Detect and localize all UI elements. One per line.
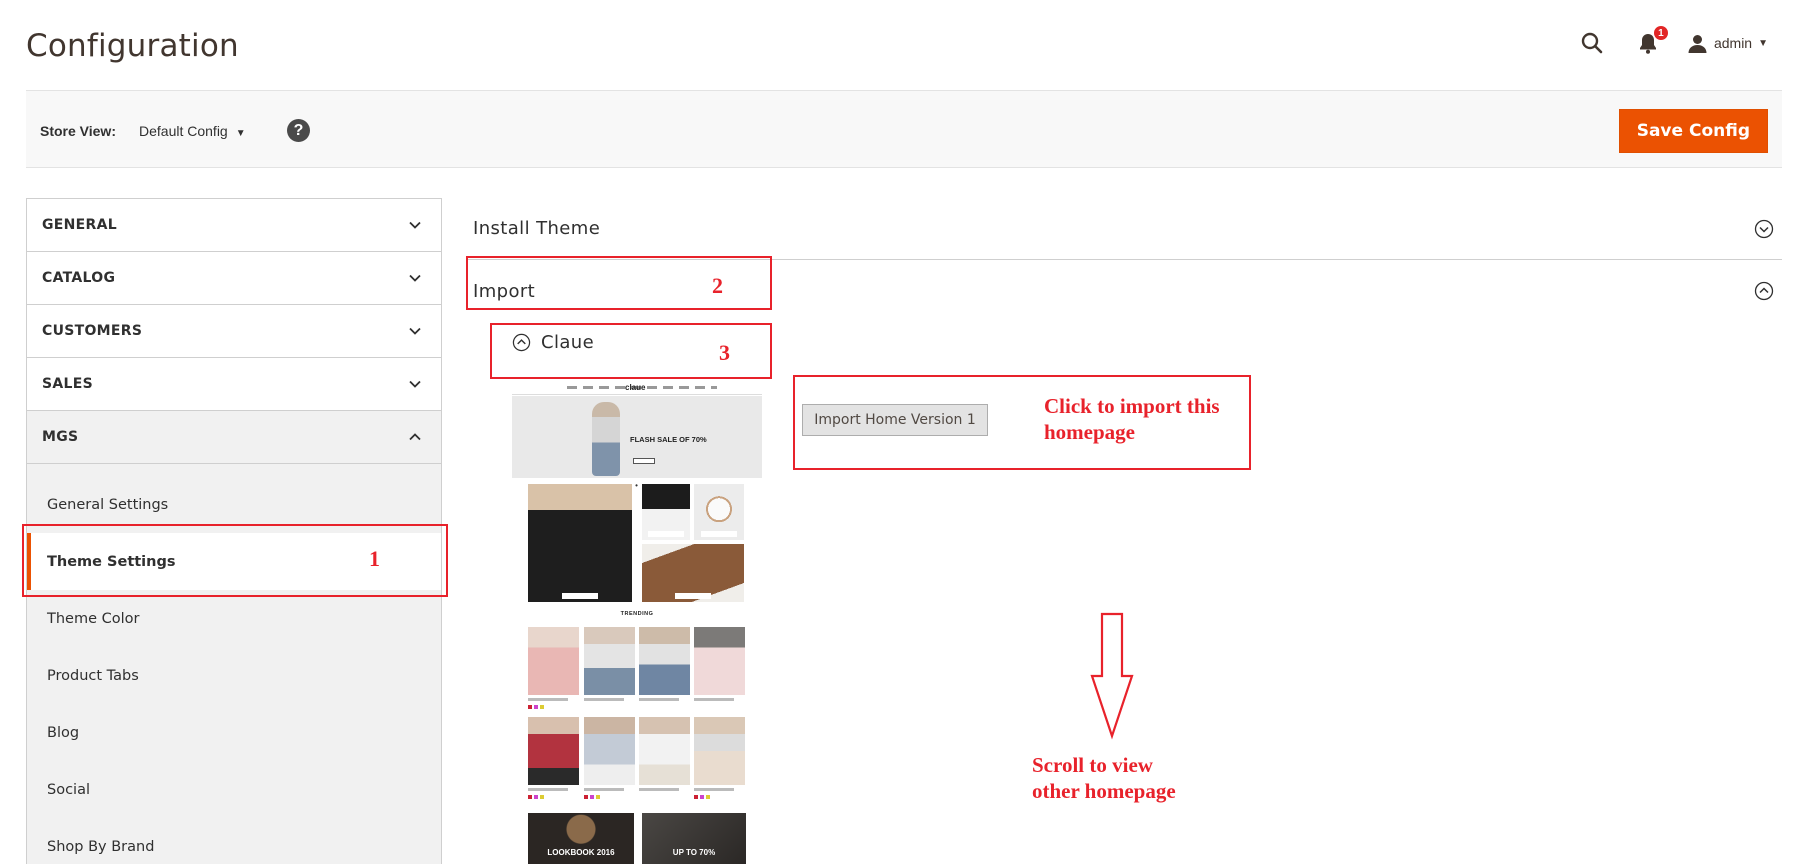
- preview-product-meta: [694, 698, 734, 701]
- preview-product: [528, 627, 579, 695]
- preview-product-meta: [694, 788, 734, 791]
- preview-product: [639, 627, 690, 695]
- preview-product-meta: [584, 788, 624, 791]
- admin-user-menu[interactable]: admin ▼: [1688, 34, 1768, 53]
- circle-chevron-up-icon: [1754, 281, 1774, 301]
- preview-product-meta: [528, 698, 568, 701]
- store-view-selected: Default Config: [139, 123, 228, 139]
- preview-product: [694, 717, 745, 785]
- group-title: Import: [473, 280, 536, 302]
- chevron-down-icon: [409, 380, 421, 388]
- sidebar-section-label: CUSTOMERS: [42, 323, 143, 339]
- circle-chevron-up-icon: [512, 333, 531, 352]
- import-home-version-1-button[interactable]: Import Home Version 1: [802, 404, 988, 436]
- preview-product-meta: [639, 788, 679, 791]
- preview-banner-sale: UP TO 70%: [642, 813, 746, 864]
- homepage-preview-image: claue FLASH SALE OF 70% • • • TRENDING L…: [512, 381, 762, 864]
- annotation-number-3: 3: [719, 340, 730, 365]
- sidebar-section-label: GENERAL: [42, 217, 117, 233]
- chevron-down-icon: [409, 221, 421, 229]
- preview-hero-text: FLASH SALE OF 70%: [630, 435, 707, 444]
- help-icon[interactable]: ?: [287, 119, 310, 142]
- chevron-down-icon: [409, 274, 421, 282]
- notification-count-badge: 1: [1652, 25, 1669, 41]
- admin-username: admin: [1713, 35, 1753, 51]
- preview-product-meta: [584, 698, 624, 701]
- preview-banner-lookbook: LOOKBOOK 2016: [528, 813, 634, 864]
- down-arrow-icon: [1090, 612, 1134, 740]
- sidebar-item-product-tabs[interactable]: Product Tabs: [27, 647, 441, 704]
- preview-color-swatches: [584, 795, 600, 799]
- preview-product: [694, 627, 745, 695]
- preview-color-swatches: [694, 795, 710, 799]
- preview-tile-watch: [694, 484, 744, 540]
- preview-color-swatches: [528, 705, 544, 709]
- circle-chevron-down-icon: [1754, 219, 1774, 238]
- preview-product-meta: [528, 788, 568, 791]
- chevron-down-icon: [409, 327, 421, 335]
- preview-product: [528, 717, 579, 785]
- sidebar-section-label: MGS: [42, 429, 79, 445]
- sidebar-section-mgs[interactable]: MGS: [27, 411, 441, 464]
- group-import[interactable]: Import: [466, 260, 1782, 322]
- preview-product-meta: [639, 698, 679, 701]
- preview-trending-title: TRENDING: [620, 611, 654, 617]
- annotation-click-note: Click to import this homepage: [1044, 394, 1220, 444]
- preview-hero: FLASH SALE OF 70%: [512, 396, 762, 478]
- search-icon[interactable]: [1578, 29, 1606, 57]
- sidebar-section-customers[interactable]: CUSTOMERS: [27, 305, 441, 358]
- sidebar-item-social[interactable]: Social: [27, 761, 441, 818]
- preview-tile-shoes: [642, 484, 690, 540]
- sidebar-section-general[interactable]: GENERAL: [27, 199, 441, 252]
- user-icon: [1688, 34, 1707, 53]
- preview-banner-text: LOOKBOOK 2016: [547, 848, 615, 857]
- preview-tile-wallet: [642, 544, 744, 602]
- store-view-switcher[interactable]: Default Config ▼: [139, 123, 246, 139]
- preview-hero-button: [633, 458, 655, 464]
- sidebar-item-theme-color[interactable]: Theme Color: [27, 590, 441, 647]
- preview-tile-sweater: [528, 484, 632, 602]
- sidebar-section-label: SALES: [42, 376, 93, 392]
- preview-product: [584, 717, 635, 785]
- annotation-scroll-note: Scroll to view other homepage: [1032, 753, 1176, 803]
- chevron-up-icon: [409, 433, 421, 441]
- sidebar-item-blog[interactable]: Blog: [27, 704, 441, 761]
- preview-banner-text: UP TO 70%: [672, 848, 716, 857]
- mgs-items: General Settings Theme Settings Theme Co…: [27, 464, 441, 864]
- page-title: Configuration: [26, 28, 239, 64]
- annotation-number-1: 1: [369, 546, 380, 571]
- preview-product: [639, 717, 690, 785]
- preview-product: [584, 627, 635, 695]
- config-sidebar: GENERAL CATALOG CUSTOMERS SALES MGS Gene…: [26, 198, 442, 864]
- store-view-label: Store View:: [40, 123, 116, 139]
- caret-down-icon: ▼: [235, 128, 246, 139]
- sidebar-section-label: CATALOG: [42, 270, 116, 286]
- caret-down-icon: ▼: [1758, 37, 1768, 49]
- sidebar-section-sales[interactable]: SALES: [27, 358, 441, 411]
- notifications-button[interactable]: 1: [1634, 25, 1669, 57]
- save-config-button[interactable]: Save Config: [1618, 109, 1768, 153]
- sidebar-section-catalog[interactable]: CATALOG: [27, 252, 441, 305]
- subgroup-title: Claue: [541, 332, 595, 353]
- sidebar-item-shop-by-brand[interactable]: Shop By Brand: [27, 818, 441, 864]
- sidebar-item-general-settings[interactable]: General Settings: [27, 476, 441, 533]
- preview-logo: claue: [625, 383, 646, 392]
- preview-navbar: claue: [512, 381, 762, 395]
- annotation-number-2: 2: [712, 273, 723, 298]
- group-install-theme[interactable]: Install Theme: [466, 198, 1782, 260]
- header-actions: 1 admin ▼: [1578, 25, 1768, 58]
- group-title: Install Theme: [473, 218, 601, 239]
- preview-hero-model: [592, 402, 620, 476]
- preview-color-swatches: [528, 795, 544, 799]
- subgroup-claue[interactable]: Claue: [512, 332, 594, 353]
- store-view-bar: Store View: Default Config ▼ ? Save Confi…: [26, 90, 1782, 168]
